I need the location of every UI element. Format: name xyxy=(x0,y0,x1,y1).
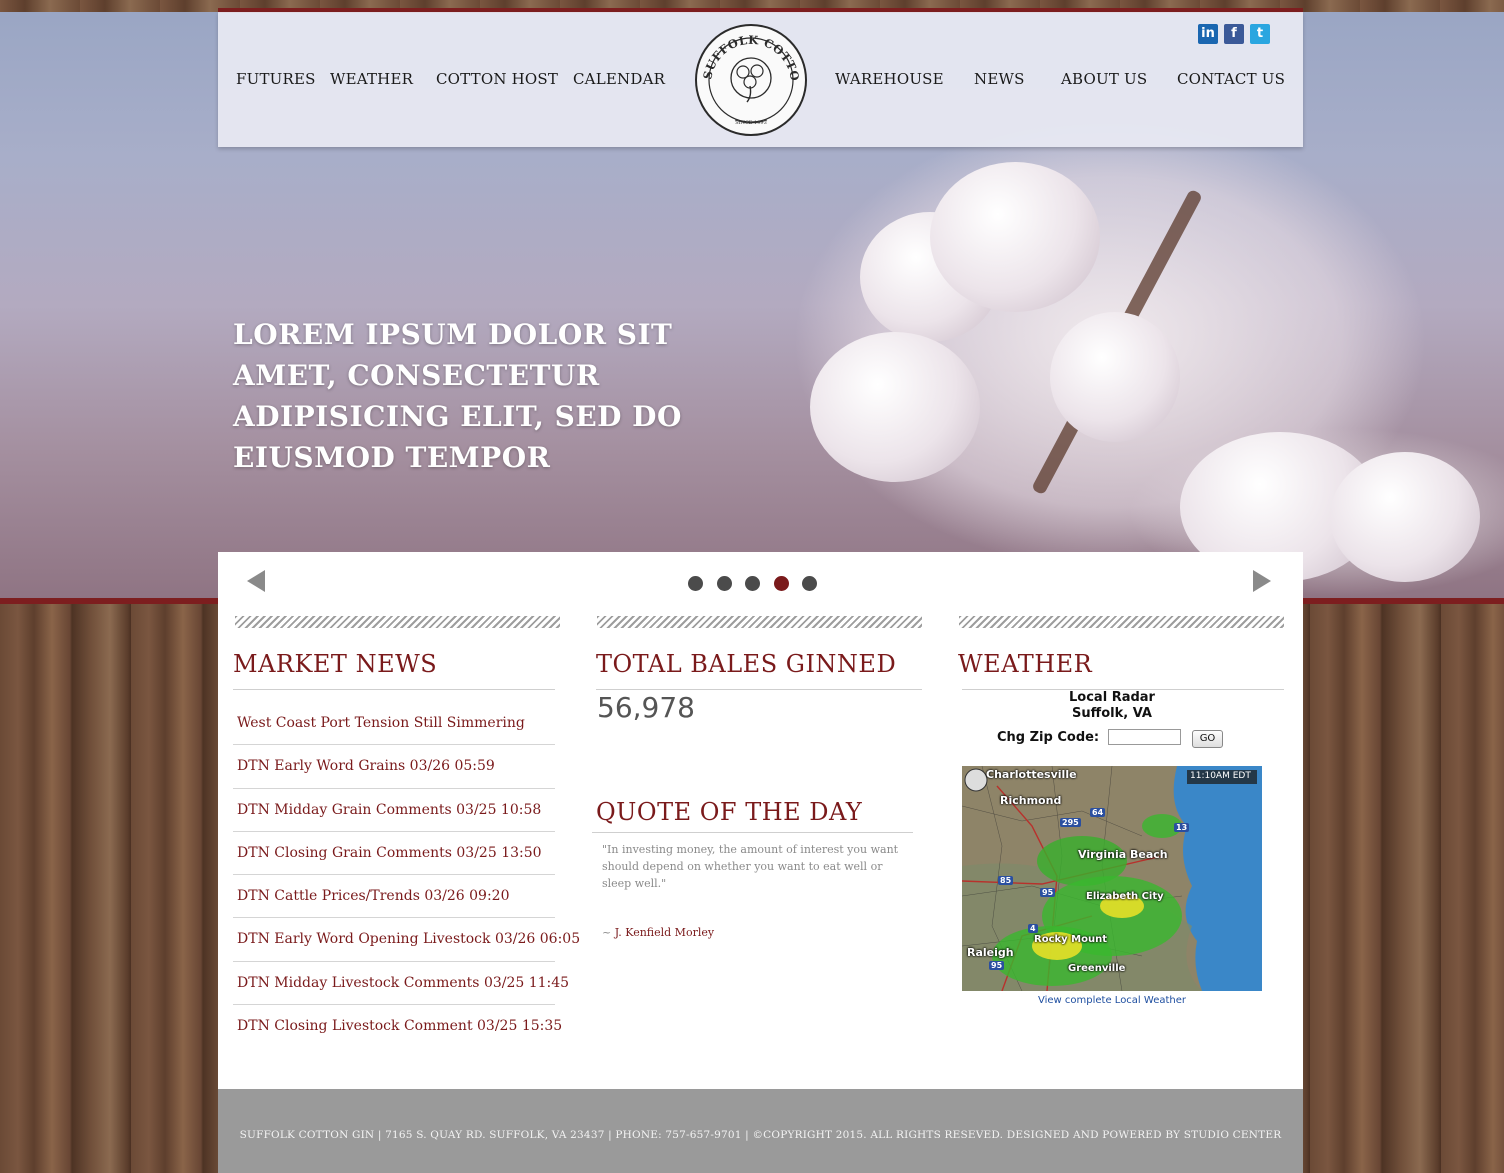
cotton-boll-image xyxy=(1050,312,1180,442)
market-news-item[interactable]: DTN Midday Livestock Comments 03/25 11:4… xyxy=(233,962,569,1006)
section-divider-hatch xyxy=(959,616,1284,628)
radar-city-label: Virginia Beach xyxy=(1078,848,1168,861)
nav-weather[interactable]: WEATHER xyxy=(330,70,413,88)
nav-news[interactable]: NEWS xyxy=(974,70,1025,88)
slider-dot[interactable] xyxy=(802,576,817,591)
radar-route-shield: 85 xyxy=(998,876,1014,885)
radar-route-shield: 13 xyxy=(1174,823,1190,832)
local-weather-link[interactable]: View complete Local Weather xyxy=(962,995,1262,1006)
radar-route-shield: 4 xyxy=(1028,924,1038,933)
facebook-icon[interactable]: f xyxy=(1224,24,1244,44)
linkedin-icon[interactable]: in xyxy=(1198,24,1218,44)
radar-city-label: Raleigh xyxy=(967,946,1014,959)
slider-dot[interactable] xyxy=(688,576,703,591)
market-news-title: MARKET NEWS xyxy=(233,650,438,678)
site-logo[interactable]: SUFFOLK COTTON GIN SINCE 1993 xyxy=(695,24,807,136)
quote-author-line: ~ J. Kenfield Morley xyxy=(602,926,714,939)
slider-dot[interactable] xyxy=(716,576,732,591)
section-rule xyxy=(233,689,555,690)
total-bales-value: 56,978 xyxy=(597,691,695,724)
radar-route-shield: 95 xyxy=(989,961,1005,970)
logo-since: SINCE 1993 xyxy=(735,120,767,126)
market-news-item[interactable]: DTN Early Word Opening Livestock 03/26 0… xyxy=(233,918,580,962)
quote-text: "In investing money, the amount of inter… xyxy=(602,843,899,890)
nav-cotton-host[interactable]: COTTON HOST xyxy=(436,70,558,88)
quote-author: J. Kenfield Morley xyxy=(614,926,715,939)
logo-name: SUFFOLK COTTON GIN xyxy=(697,26,802,82)
market-news-item[interactable]: DTN Midday Grain Comments 03/25 10:58 xyxy=(233,789,555,832)
zip-code-input[interactable] xyxy=(1108,729,1181,745)
slider-dot[interactable] xyxy=(745,576,760,591)
footer-text: SUFFOLK COTTON GIN | 7165 S. QUAY RD. SU… xyxy=(239,1129,1282,1141)
cotton-boll-image xyxy=(810,332,980,482)
section-rule xyxy=(592,832,913,833)
site-footer: SUFFOLK COTTON GIN | 7165 S. QUAY RD. SU… xyxy=(218,1089,1303,1173)
logo-text-arc: SUFFOLK COTTON GIN SINCE 1993 xyxy=(697,26,802,126)
radar-city-label: Greenville xyxy=(1068,963,1126,974)
cotton-boll-image xyxy=(1330,452,1480,582)
weather-title: WEATHER xyxy=(958,650,1093,678)
content-panel: MARKET NEWS West Coast Port Tension Stil… xyxy=(218,552,1303,1089)
market-news-item[interactable]: DTN Closing Grain Comments 03/25 13:50 xyxy=(233,832,555,876)
nav-futures[interactable]: FUTURES xyxy=(236,70,316,88)
section-rule xyxy=(596,689,922,690)
nav-warehouse[interactable]: WAREHOUSE xyxy=(835,70,944,88)
market-news-item[interactable]: DTN Early Word Grains 03/26 05:59 xyxy=(233,745,555,789)
radar-city-label: Richmond xyxy=(1000,794,1062,807)
zip-label: Chg Zip Code: xyxy=(997,730,1100,745)
section-divider-hatch xyxy=(235,616,560,628)
radar-timestamp: 11:10AM EDT xyxy=(1190,771,1251,781)
nav-about-us[interactable]: ABOUT US xyxy=(1061,70,1147,88)
radar-city-label: Rocky Mount xyxy=(1034,934,1107,945)
market-news-item[interactable]: West Coast Port Tension Still Simmering xyxy=(233,702,555,746)
cotton-boll-image xyxy=(930,162,1100,312)
twitter-icon[interactable]: t xyxy=(1250,24,1270,44)
radar-map[interactable]: Charlottesville Richmond Virginia Beach Eli… xyxy=(962,766,1262,991)
section-divider-hatch xyxy=(597,616,922,628)
slider-prev-arrow-icon[interactable] xyxy=(247,570,265,592)
quote-title: QUOTE OF THE DAY xyxy=(596,798,863,826)
radar-city-label: Charlottesville xyxy=(986,768,1077,781)
radar-route-shield: 64 xyxy=(1090,808,1106,817)
total-bales-title: TOTAL BALES GINNED xyxy=(596,650,897,678)
quote-prefix: ~ xyxy=(602,926,615,939)
zip-go-button[interactable]: GO xyxy=(1192,730,1223,748)
slider-dot[interactable] xyxy=(773,576,789,591)
radar-title: Local Radar xyxy=(1069,690,1155,705)
site-header: FUTURES WEATHER COTTON HOST CALENDAR SUF… xyxy=(218,12,1303,147)
market-news-list: West Coast Port Tension Still Simmering D… xyxy=(233,702,580,1048)
radar-route-shield: 295 xyxy=(1060,818,1081,827)
radar-city-label: Elizabeth City xyxy=(1086,891,1164,902)
market-news-item[interactable]: DTN Cattle Prices/Trends 03/26 09:20 xyxy=(233,875,555,919)
nav-calendar[interactable]: CALENDAR xyxy=(573,70,665,88)
svg-text:SUFFOLK COTTON GIN: SUFFOLK COTTON GIN xyxy=(697,26,802,82)
radar-route-shield: 95 xyxy=(1040,888,1056,897)
hero-caption: LOREM IPSUM DOLOR SIT AMET, CONSECTETUR … xyxy=(233,318,682,474)
nav-contact-us[interactable]: CONTACT US xyxy=(1177,70,1285,88)
radar-location: Suffolk, VA xyxy=(1072,706,1152,721)
slider-next-arrow-icon[interactable] xyxy=(1253,570,1271,592)
market-news-item[interactable]: DTN Closing Livestock Comment 03/25 15:3… xyxy=(233,1005,562,1048)
